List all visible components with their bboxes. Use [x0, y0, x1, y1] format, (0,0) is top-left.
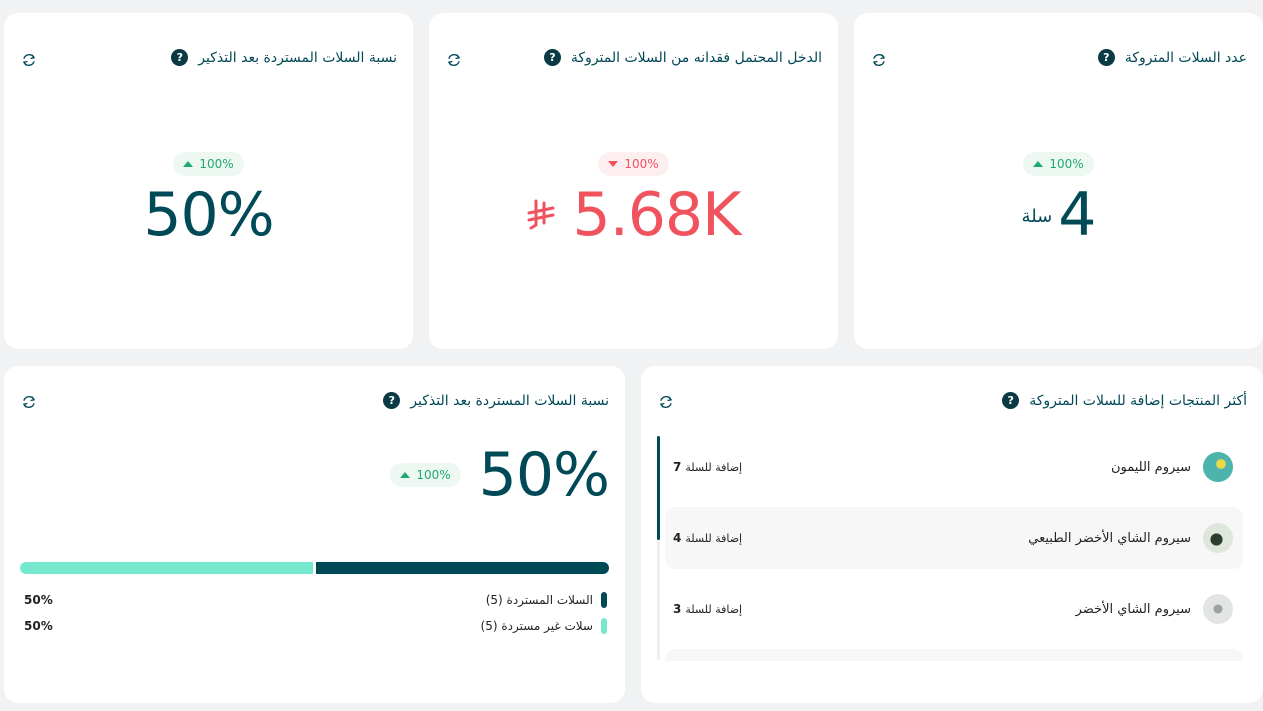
card-title: الدخل المحتمل فقدانه من السلات المتروكة: [570, 49, 822, 66]
count-label: إضافة للسلة: [685, 531, 743, 545]
list-item[interactable]: إضافة للسلة 4 سيروم الشاي الأخضر الطبيعي: [665, 507, 1243, 569]
legend-swatch: [601, 592, 607, 608]
list-item[interactable]: إضافة للسلة 7 سيروم الليمون: [665, 436, 1243, 498]
card-header: نسبة السلات المستردة بعد التذكير ?: [383, 392, 609, 409]
add-count: إضافة للسلة 7: [673, 460, 742, 474]
badge-value: 100%: [199, 157, 234, 171]
count-value: 4: [673, 531, 682, 545]
metric-value: 4: [1058, 180, 1096, 250]
product: سيروم الشاي الأخضر الطبيعي: [1028, 523, 1233, 553]
product-name: سيروم الشاي الأخضر: [1075, 601, 1191, 617]
refresh-icon[interactable]: [445, 51, 463, 69]
lost-income-card: الدخل المحتمل فقدانه من السلات المتروكة …: [429, 13, 838, 349]
trend-badge: 100%: [390, 463, 461, 487]
trend-down-icon: [608, 161, 619, 167]
riyal-icon: [527, 199, 555, 230]
product-thumbnail: [1203, 523, 1233, 553]
legend-label: السلات المستردة (5): [485, 593, 593, 607]
product: سيروم الليمون: [1111, 452, 1233, 482]
legend-label: سلات غير مستردة (5): [480, 619, 594, 633]
metric-value: 50%: [478, 440, 610, 510]
legend-item-unrecovered: 50% سلات غير مستردة (5): [24, 618, 607, 634]
trend-up-icon: [183, 161, 194, 167]
metric-value: 50%: [143, 180, 274, 250]
value-unit: سلة: [1021, 206, 1053, 227]
trend-up-icon: [1033, 161, 1044, 167]
legend-item-recovered: 50% السلات المستردة (5): [24, 592, 607, 608]
refresh-icon[interactable]: [870, 51, 888, 69]
add-count: إضافة للسلة 4: [673, 531, 742, 545]
refresh-icon[interactable]: [20, 393, 38, 411]
recovery-rate-summary-card: نسبة السلات المستردة بعد التذكير ? 100% …: [4, 13, 413, 349]
trend-badge: 100%: [173, 152, 244, 176]
legend-pct: 50%: [24, 619, 53, 633]
card-title: أكثر المنتجات إضافة للسلات المتروكة: [1029, 392, 1247, 409]
refresh-icon[interactable]: [20, 51, 38, 69]
card-header: أكثر المنتجات إضافة للسلات المتروكة ?: [1002, 392, 1247, 409]
legend-swatch: [601, 618, 607, 634]
product: سيروم الشاي الأخضر: [1076, 594, 1233, 624]
product-name: سيروم الشاي الأخضر الطبيعي: [1028, 530, 1191, 546]
badge-value: 100%: [416, 468, 451, 482]
card-title: نسبة السلات المستردة بعد التذكير: [198, 49, 397, 66]
trend-badge: 100%: [598, 152, 669, 176]
trend-up-icon: [400, 472, 411, 478]
badge-value: 100%: [1049, 157, 1084, 171]
list-item[interactable]: إضافة للسلة 3 سيروم الشاي الأخضر: [665, 578, 1243, 640]
list-scrollbar-thumb[interactable]: [657, 436, 660, 540]
card-header: الدخل المحتمل فقدانه من السلات المتروكة …: [543, 49, 822, 66]
product-thumbnail: [1203, 594, 1233, 624]
count-label: إضافة للسلة: [685, 460, 743, 474]
help-icon[interactable]: ?: [1002, 392, 1020, 409]
badge-value: 100%: [624, 157, 659, 171]
legend-pct: 50%: [24, 593, 53, 607]
help-icon[interactable]: ?: [543, 49, 561, 66]
card-header: عدد السلات المتروكة ?: [1097, 49, 1247, 66]
list-item-partial: [665, 649, 1243, 661]
card-header: نسبة السلات المستردة بعد التذكير ?: [171, 49, 397, 66]
product-thumbnail: [1203, 452, 1233, 482]
progress-unrecovered-segment: [20, 562, 313, 574]
recovery-rate-card: نسبة السلات المستردة بعد التذكير ? 100% …: [4, 366, 625, 703]
help-icon[interactable]: ?: [1097, 49, 1115, 66]
metric-value: 5.68K: [572, 180, 742, 250]
abandoned-count-card: عدد السلات المتروكة ? 100% سلة 4: [854, 13, 1263, 349]
top-products-card: أكثر المنتجات إضافة للسلات المتروكة ? إض…: [641, 366, 1263, 703]
recovery-progress-bar: [20, 562, 609, 574]
trend-badge: 100%: [1023, 152, 1094, 176]
count-label: إضافة للسلة: [685, 602, 743, 616]
help-icon[interactable]: ?: [171, 49, 189, 66]
card-title: عدد السلات المتروكة: [1124, 49, 1247, 66]
refresh-icon[interactable]: [657, 393, 675, 411]
card-title: نسبة السلات المستردة بعد التذكير: [410, 392, 609, 409]
add-count: إضافة للسلة 3: [673, 602, 742, 616]
product-name: سيروم الليمون: [1110, 459, 1191, 475]
progress-recovered-segment: [316, 562, 609, 574]
help-icon[interactable]: ?: [383, 392, 401, 409]
count-value: 3: [673, 602, 682, 616]
count-value: 7: [673, 460, 682, 474]
list-scrollbar-track[interactable]: [657, 436, 660, 660]
